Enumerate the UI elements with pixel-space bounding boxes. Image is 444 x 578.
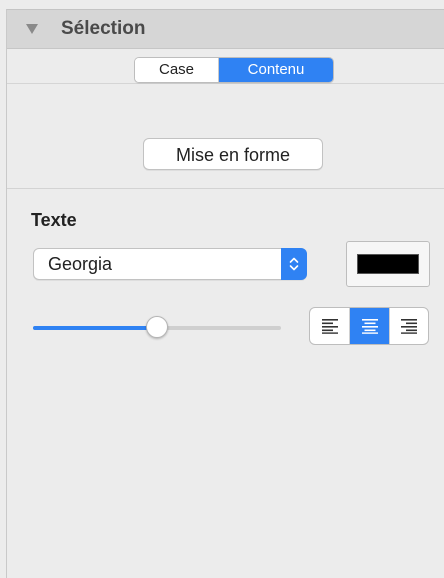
format-button[interactable]: Mise en forme xyxy=(143,138,323,170)
text-section-label: Texte xyxy=(31,210,77,230)
tab-case[interactable]: Case xyxy=(135,58,219,82)
tab-bar: Case Contenu xyxy=(7,49,444,84)
align-center-icon xyxy=(361,319,378,334)
disclosure-triangle-icon[interactable] xyxy=(25,22,39,36)
text-color-well[interactable] xyxy=(346,241,430,287)
color-swatch xyxy=(357,254,419,274)
align-left-icon xyxy=(321,319,338,334)
align-center-button[interactable] xyxy=(349,308,389,344)
align-right-button[interactable] xyxy=(388,308,428,344)
section-title: Sélection xyxy=(61,18,146,39)
alignment-control xyxy=(309,307,429,345)
font-select[interactable]: Georgia xyxy=(33,248,307,280)
align-right-icon xyxy=(400,319,417,334)
size-slider[interactable] xyxy=(33,316,281,340)
updown-chevron-icon[interactable] xyxy=(281,248,307,280)
font-select-value: Georgia xyxy=(48,254,113,274)
slider-thumb[interactable] xyxy=(146,316,168,338)
inspector-panel: Sélection Case Contenu Mise en forme Tex… xyxy=(6,9,444,578)
selection-section-header[interactable]: Sélection xyxy=(7,10,444,49)
divider xyxy=(7,188,444,189)
tab-contenu[interactable]: Contenu xyxy=(219,58,333,82)
align-left-button[interactable] xyxy=(310,308,349,344)
segmented-control: Case Contenu xyxy=(134,57,334,83)
slider-fill xyxy=(33,326,157,330)
